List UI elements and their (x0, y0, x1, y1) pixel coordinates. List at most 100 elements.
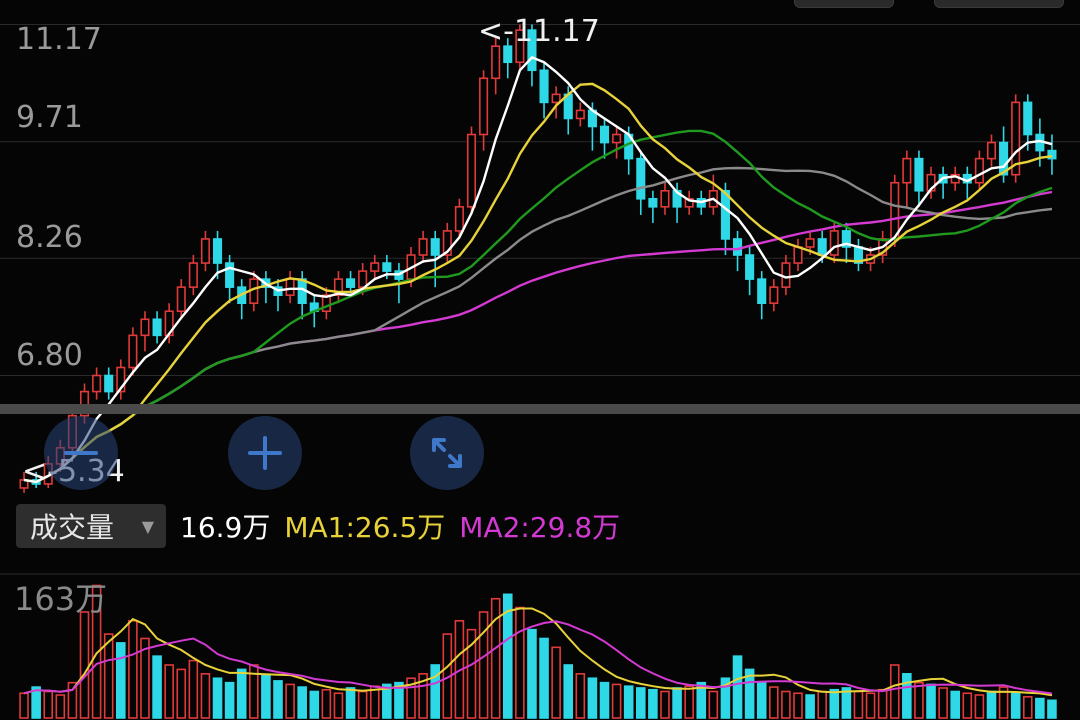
zoom-out-button[interactable] (44, 416, 118, 490)
stock-chart-screen: 11.17 9.71 8.26 6.80 <-11.17 <-5.34 成交量 … (0, 0, 1080, 720)
volume-bar (938, 687, 948, 719)
chart-divider (0, 404, 1080, 414)
caret-down-icon: ▼ (141, 516, 154, 536)
volume-bar (176, 668, 187, 719)
volume-bar (877, 688, 888, 719)
candle-body (829, 230, 839, 256)
volume-bar (926, 683, 936, 719)
volume-bar (648, 688, 658, 719)
volume-bar (224, 681, 235, 719)
volume-bar (116, 642, 126, 719)
candle-body (732, 238, 743, 256)
candle-body (454, 206, 464, 232)
volume-bar (345, 687, 356, 719)
volume-bar (539, 637, 549, 719)
volume-bar (236, 668, 247, 719)
volume-bar (829, 688, 840, 719)
volume-bar (587, 677, 598, 719)
volume-bar (333, 692, 344, 719)
volume-bar (261, 674, 271, 719)
candle-body (575, 109, 585, 120)
volume-bar (285, 683, 295, 719)
expand-icon (432, 438, 462, 468)
volume-bar (152, 655, 162, 719)
candle-body (805, 238, 815, 248)
candle-body (188, 262, 198, 288)
volume-bar (79, 611, 90, 719)
volume-bar (902, 673, 912, 719)
candle-body (648, 197, 658, 208)
ma5-line (23, 55, 1053, 484)
candle-body (104, 374, 114, 393)
plus-icon (248, 436, 282, 470)
volume-bar (55, 694, 66, 719)
candle-body (418, 238, 428, 256)
zoom-in-button[interactable] (228, 416, 302, 490)
volume-bar (1047, 699, 1057, 719)
candle-body (817, 238, 827, 256)
candle-body (176, 286, 186, 313)
volume-ma1-value: MA1:26.5万 (284, 511, 446, 544)
volume-bar (853, 690, 864, 719)
candle-body (551, 93, 561, 104)
candle-body (539, 69, 549, 104)
candle-body (890, 181, 900, 240)
volume-bar-chart (0, 573, 1080, 719)
volume-bar (212, 677, 223, 719)
fullscreen-button[interactable] (410, 416, 484, 490)
price-candlestick-chart (0, 23, 1080, 493)
volume-bar (357, 690, 368, 719)
candle-body (986, 141, 997, 160)
volume-bar (297, 686, 307, 719)
volume-bar (781, 690, 791, 719)
volume-ma2-value: MA2:29.8万 (459, 511, 621, 544)
volume-bar (865, 692, 876, 719)
volume-bar (527, 628, 537, 719)
candle-body (225, 262, 235, 288)
candle-body (612, 133, 622, 144)
volume-bar (575, 673, 586, 719)
volume-bar (430, 664, 440, 719)
volume-bar (623, 685, 634, 719)
volume-bar (611, 683, 622, 719)
candle-body (745, 254, 755, 280)
volume-bar (756, 681, 767, 719)
price-axis-label: 9.71 (16, 100, 83, 135)
volume-bar (200, 673, 211, 719)
volume-bar (103, 633, 114, 719)
volume-bar (551, 646, 561, 719)
candle-body (781, 262, 791, 288)
candle-body (430, 238, 440, 256)
volume-bar (309, 690, 320, 719)
volume-bar (793, 692, 803, 719)
candle-body (370, 262, 380, 272)
volume-bar (19, 692, 29, 719)
candle-body (660, 189, 670, 208)
volume-bar (817, 690, 827, 719)
max-price-marker: <-11.17 (478, 14, 600, 49)
candle-body (152, 318, 162, 337)
candle-body (757, 278, 767, 305)
indicator-select-label: 成交量 (30, 511, 115, 544)
candle-body (793, 246, 803, 264)
candle-body (914, 157, 924, 192)
volume-bar (273, 680, 283, 719)
candle-body (720, 189, 730, 240)
volume-bar (515, 606, 525, 719)
candle-body (599, 125, 610, 144)
price-axis-label: 6.80 (16, 338, 83, 373)
volume-bar (974, 694, 985, 719)
volume-bar (599, 681, 610, 719)
volume-bar (986, 690, 997, 719)
price-axis-label: 11.17 (16, 22, 102, 57)
candle-body (92, 374, 102, 393)
minus-icon (64, 451, 98, 455)
volume-bar (708, 690, 719, 719)
volume-bar (950, 690, 961, 719)
indicator-select[interactable]: 成交量 ▼ (16, 504, 166, 548)
volume-bar (164, 664, 174, 719)
candle-body (902, 157, 912, 184)
volume-bar (43, 690, 54, 719)
volume-indicator-bar: 成交量 ▼ 16.9万 MA1:26.5万 MA2:29.8万 (0, 500, 1080, 552)
volume-bar (805, 694, 815, 719)
